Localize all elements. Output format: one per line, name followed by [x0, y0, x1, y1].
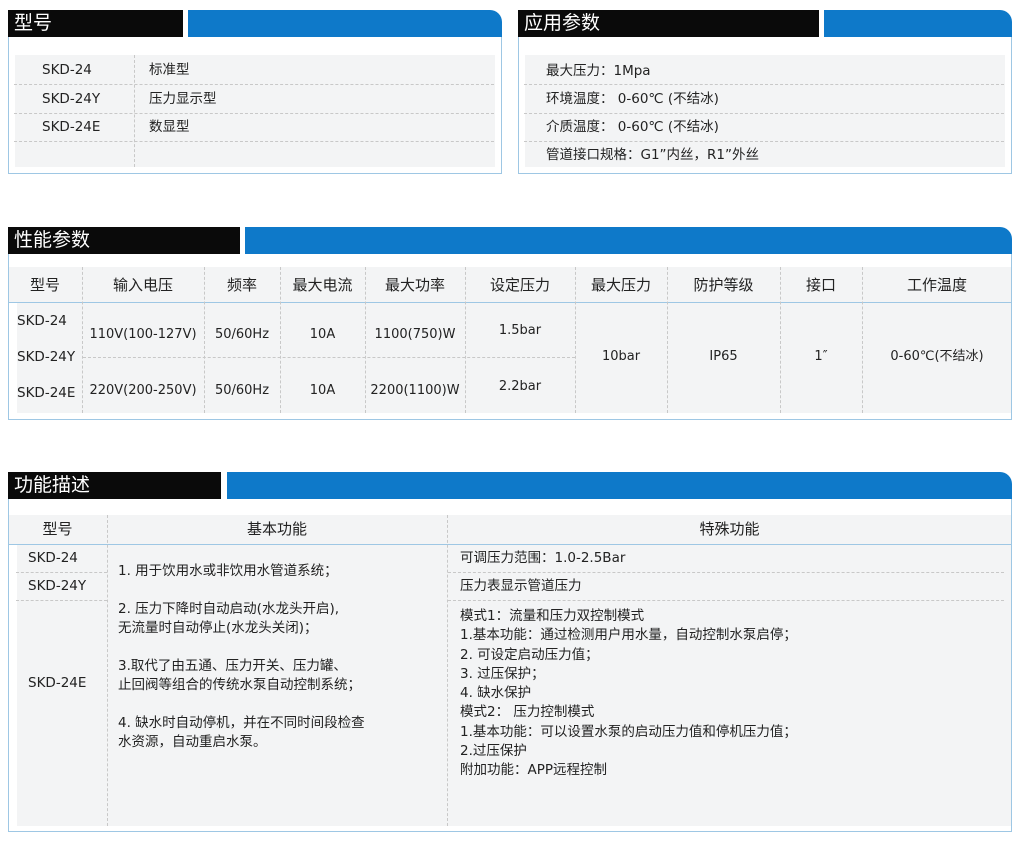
perf-header-voltage: 输入电压 [112, 276, 173, 294]
model-section-bar [188, 10, 502, 37]
basic-function-2: 2. 压力下降时自动启动(水龙头开启), 无流量时自动停止(水龙头关闭)； [118, 601, 339, 636]
performance-section-title: 性能参数 [8, 227, 240, 254]
model-row-3-type: 数显型 [149, 119, 190, 135]
model-row-2-type: 压力显示型 [149, 91, 217, 107]
perf-header-set-pressure: 设定压力 [489, 276, 550, 294]
perf-set-pressure-a: 1.5bar [498, 323, 542, 338]
basic-function-1: 1. 用于饮用水或非饮用水管道系统； [118, 563, 338, 579]
application-item-3: 介质温度： 0-60℃ (不结冰) [546, 119, 719, 135]
perf-model-1: SKD-24 [17, 313, 67, 329]
perf-temperature: 0-60℃(不结冰) [890, 349, 984, 364]
perf-model-3: SKD-24E [17, 385, 76, 401]
function-section-title: 功能描述 [8, 472, 221, 499]
special-function-skd24: 可调压力范围：1.0-2.5Bar [460, 550, 626, 566]
perf-header-max-pressure: 最大压力 [590, 276, 651, 294]
application-item-1: 最大压力：1Mpa [546, 63, 651, 79]
function-header-model: 型号 [42, 520, 73, 538]
model-row-3-model: SKD-24E [42, 119, 101, 135]
perf-header-power: 最大功率 [384, 276, 445, 294]
perf-voltage-b: 220V(200-250V) [89, 383, 197, 398]
model-row-2-model: SKD-24Y [42, 91, 101, 107]
perf-set-pressure-b: 2.2bar [498, 379, 542, 394]
perf-header-temperature: 工作温度 [906, 276, 967, 294]
perf-max-pressure: 10bar [601, 349, 641, 364]
perf-port: 1″ [814, 349, 828, 364]
basic-function-4: 4. 缺水时自动停机，并在不同时间段检查 水资源，自动重启水泵。 [118, 715, 365, 750]
model-row-1-model: SKD-24 [42, 62, 92, 78]
function-header-basic: 基本功能 [246, 520, 307, 538]
perf-freq-b: 50/60Hz [214, 383, 270, 398]
perf-freq-a: 50/60Hz [214, 327, 270, 342]
function-header-special: 特殊功能 [699, 520, 760, 538]
model-section-title: 型号 [8, 10, 183, 37]
application-section-bar [824, 10, 1012, 37]
perf-header-model: 型号 [29, 276, 60, 294]
perf-header-protection: 防护等级 [693, 276, 754, 294]
function-model-2: SKD-24Y [28, 578, 87, 594]
perf-voltage-a: 110V(100-127V) [89, 327, 197, 342]
perf-model-2: SKD-24Y [17, 349, 76, 365]
perf-header-port: 接口 [805, 276, 836, 294]
application-item-2: 环境温度： 0-60℃ (不结冰) [546, 91, 719, 107]
function-model-1: SKD-24 [28, 550, 78, 566]
function-model-3: SKD-24E [28, 675, 87, 691]
perf-current-b: 10A [309, 383, 336, 398]
perf-current-a: 10A [309, 327, 336, 342]
perf-power-a: 1100(750)W [374, 327, 456, 342]
perf-power-b: 2200(1100)W [370, 383, 460, 398]
perf-protection: IP65 [709, 349, 738, 364]
special-function-skd24e: 模式1：流量和压力双控制模式 1.基本功能：通过检测用户用水量，自动控制水泵启停… [460, 608, 797, 779]
special-function-skd24y: 压力表显示管道压力 [460, 578, 582, 594]
perf-header-frequency: 频率 [226, 276, 257, 294]
application-section-title: 应用参数 [518, 10, 819, 37]
function-section-bar [227, 472, 1012, 499]
performance-section-bar [245, 227, 1012, 254]
perf-header-current: 最大电流 [292, 276, 353, 294]
model-row-1-type: 标准型 [149, 62, 190, 78]
application-item-4: 管道接口规格：G1”内丝，R1”外丝 [546, 147, 760, 163]
basic-function-3: 3.取代了由五通、压力开关、压力罐、 止回阀等组合的传统水泵自动控制系统； [118, 658, 361, 693]
